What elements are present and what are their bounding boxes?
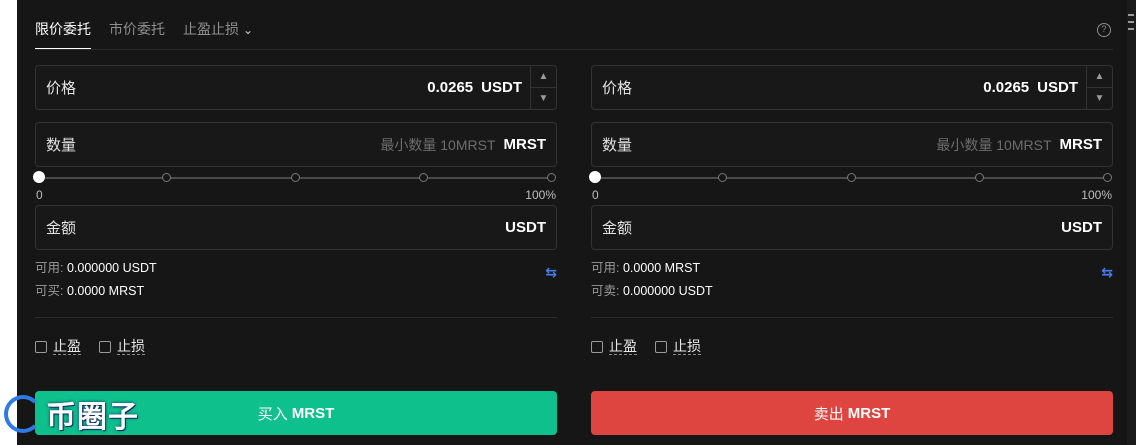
buy-amount-field[interactable]: 金额 USDT — [35, 205, 557, 250]
sell-quantity-field[interactable]: 数量 最小数量 10MRST MRST — [591, 122, 1113, 167]
sell-button-prefix: 卖出 — [813, 405, 844, 423]
buy-percent-slider[interactable]: 0 100% — [33, 167, 557, 205]
can-sell-label: 可卖: — [591, 284, 620, 298]
slider-handle[interactable] — [589, 171, 601, 183]
sell-price-stepper[interactable]: ▲ ▼ — [1086, 66, 1112, 109]
available-label: 可用: — [35, 261, 64, 275]
sell-amount-field[interactable]: 金额 USDT — [591, 205, 1113, 250]
checkbox-icon[interactable] — [35, 340, 47, 353]
sell-price-label: 价格 — [602, 80, 633, 97]
buy-form: 价格 0.0265 USDT ▲ ▼ 数量 最小数量 10MRST MRST 0… — [33, 65, 557, 355]
slider-stop-25[interactable] — [162, 173, 171, 182]
divider — [35, 317, 557, 318]
buy-quantity-placeholder[interactable]: 最小数量 10MRST — [380, 135, 495, 155]
slider-min-label: 0 — [592, 188, 599, 202]
transfer-icon[interactable]: ⇆ — [1101, 261, 1113, 284]
slider-stop-100[interactable] — [547, 173, 556, 182]
buy-balance-info: 可用: 0.000000 USDT 可买: 0.0000 MRST ⇆ — [35, 257, 557, 303]
order-type-tabs: 限价委托 市价委托 止盈止损 ⌄ — [35, 18, 253, 50]
sell-price-unit: USDT — [1037, 79, 1078, 96]
chevron-up-icon[interactable]: ▲ — [1087, 66, 1112, 87]
sell-price-field[interactable]: 价格 0.0265 USDT ▲ ▼ — [591, 65, 1113, 110]
watermark-text: 币圈子 — [46, 401, 139, 434]
buy-button-asset: MRST — [291, 404, 335, 422]
buy-take-profit-checkbox[interactable]: 止盈 — [35, 338, 81, 355]
sell-take-profit-checkbox[interactable]: 止盈 — [591, 338, 637, 355]
slider-stop-100[interactable] — [1103, 173, 1112, 182]
sell-button-asset: MRST — [847, 404, 891, 422]
sell-quantity-unit: MRST — [1059, 136, 1103, 153]
menu-icon[interactable] — [1128, 14, 1134, 35]
question-circle-icon[interactable]: ? — [1097, 23, 1111, 37]
available-label: 可用: — [591, 261, 620, 275]
sell-quantity-label: 数量 — [602, 137, 633, 154]
tab-tp-sl[interactable]: 止盈止损 ⌄ — [183, 18, 253, 50]
slider-stop-50[interactable] — [847, 173, 856, 182]
chevron-down-icon[interactable]: ▼ — [531, 87, 556, 108]
slider-handle[interactable] — [33, 171, 45, 183]
buy-button-prefix: 买入 — [257, 405, 288, 423]
can-sell-value: 0.000000 USDT — [622, 284, 713, 298]
chevron-down-icon: ⌄ — [243, 23, 254, 37]
watermark-logo: 币圈子 — [4, 385, 154, 443]
divider — [591, 317, 1113, 318]
slider-stop-25[interactable] — [718, 173, 727, 182]
sell-balance-info: 可用: 0.0000 MRST 可卖: 0.000000 USDT ⇆ — [591, 257, 1113, 303]
sell-form: 价格 0.0265 USDT ▲ ▼ 数量 最小数量 10MRST MRST 0… — [589, 65, 1113, 355]
sell-tp-sl-options: 止盈 止损 — [591, 338, 1113, 355]
slider-max-label: 100% — [1081, 188, 1112, 202]
slider-min-label: 0 — [36, 188, 43, 202]
slider-stop-50[interactable] — [291, 173, 300, 182]
chevron-down-icon[interactable]: ▼ — [1087, 87, 1112, 108]
checkbox-icon[interactable] — [99, 340, 111, 353]
can-buy-value: 0.0000 MRST — [66, 284, 145, 298]
left-gutter — [0, 0, 17, 445]
checkbox-icon[interactable] — [591, 340, 603, 353]
can-buy-label: 可买: — [35, 284, 64, 298]
tab-limit-order[interactable]: 限价委托 — [35, 18, 91, 50]
slider-max-label: 100% — [525, 188, 556, 202]
sell-stop-loss-checkbox[interactable]: 止损 — [655, 338, 701, 355]
sell-amount-label: 金额 — [602, 220, 633, 237]
buy-price-label: 价格 — [46, 80, 77, 97]
right-edge-toolbar[interactable] — [1127, 0, 1136, 445]
available-value: 0.000000 USDT — [66, 261, 157, 275]
buy-quantity-label: 数量 — [46, 137, 77, 154]
buy-quantity-unit: MRST — [503, 136, 547, 153]
buy-amount-label: 金额 — [46, 220, 77, 237]
sell-price-value[interactable]: 0.0265 — [983, 79, 1029, 96]
chevron-up-icon[interactable]: ▲ — [531, 66, 556, 87]
sell-percent-slider[interactable]: 0 100% — [589, 167, 1113, 205]
tabs-divider — [35, 49, 1113, 50]
sell-button[interactable]: 卖出 MRST — [591, 391, 1113, 435]
buy-stop-loss-checkbox[interactable]: 止损 — [99, 338, 145, 355]
checkbox-icon[interactable] — [655, 340, 667, 353]
buy-tp-sl-options: 止盈 止损 — [35, 338, 557, 355]
buy-amount-unit: USDT — [505, 219, 546, 236]
tab-market-order[interactable]: 市价委托 — [109, 18, 165, 50]
transfer-icon[interactable]: ⇆ — [545, 261, 557, 284]
slider-stop-75[interactable] — [419, 173, 428, 182]
buy-quantity-field[interactable]: 数量 最小数量 10MRST MRST — [35, 122, 557, 167]
watermark-ring-icon — [4, 395, 42, 433]
available-value: 0.0000 MRST — [622, 261, 701, 275]
sell-amount-unit: USDT — [1061, 219, 1102, 236]
buy-price-field[interactable]: 价格 0.0265 USDT ▲ ▼ — [35, 65, 557, 110]
buy-price-unit: USDT — [481, 79, 522, 96]
slider-stop-75[interactable] — [975, 173, 984, 182]
buy-price-value[interactable]: 0.0265 — [427, 79, 473, 96]
sell-quantity-placeholder[interactable]: 最小数量 10MRST — [936, 135, 1051, 155]
buy-price-stepper[interactable]: ▲ ▼ — [530, 66, 556, 109]
